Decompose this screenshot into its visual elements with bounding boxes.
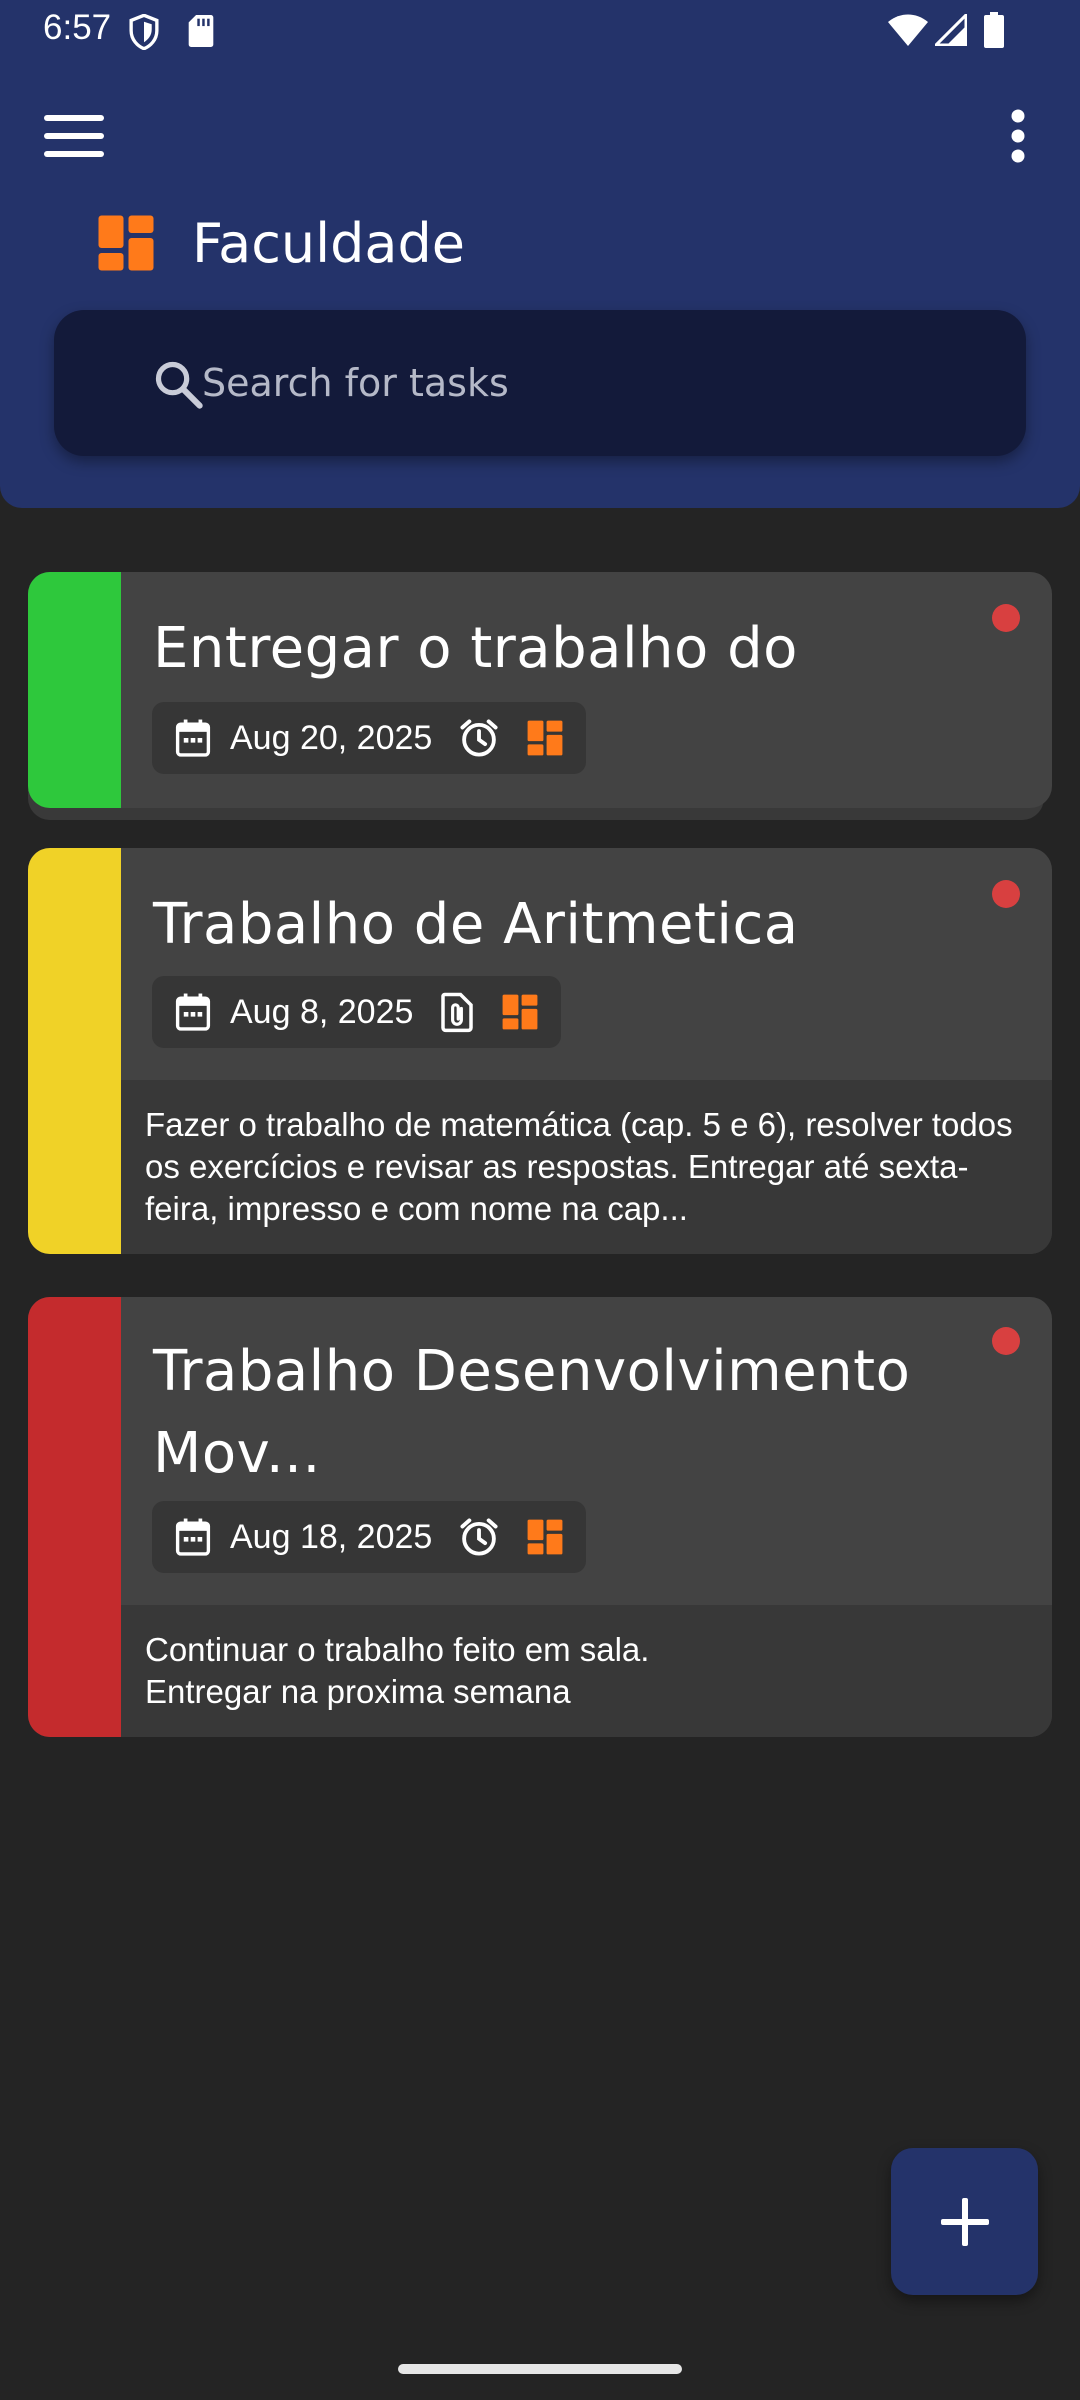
task-date: Aug 8, 2025 — [230, 992, 414, 1031]
task-description: Continuar o trabalho feito em sala. Entr… — [121, 1605, 1052, 1737]
more-vert-icon[interactable] — [988, 100, 1048, 172]
search-icon — [152, 358, 204, 410]
calendar-icon — [174, 1517, 212, 1557]
cell-signal-icon — [935, 14, 967, 46]
plus-icon — [939, 2196, 991, 2248]
shield-icon — [128, 14, 160, 50]
dashboard-icon — [526, 719, 564, 757]
priority-stripe — [28, 848, 121, 1254]
task-date: Aug 20, 2025 — [230, 718, 433, 757]
attachment-icon — [439, 991, 475, 1033]
alarm-icon — [458, 1516, 500, 1558]
priority-stripe — [28, 1297, 121, 1737]
task-description: Fazer o trabalho de matemática (cap. 5 e… — [121, 1080, 1052, 1254]
calendar-icon — [174, 718, 212, 758]
task-title: Trabalho Desenvolvimento Mov... — [153, 1339, 911, 1486]
calendar-icon — [174, 992, 212, 1032]
search-bar[interactable] — [54, 310, 1026, 456]
task-description-text: Continuar o trabalho feito em sala. Entr… — [145, 1631, 650, 1710]
task-meta-chip: Aug 18, 2025 — [152, 1501, 587, 1573]
battery-icon — [984, 12, 1004, 48]
sd-card-icon — [188, 15, 214, 47]
status-time: 6:57 — [43, 8, 112, 47]
task-date: Aug 18, 2025 — [230, 1517, 433, 1556]
priority-stripe — [28, 572, 121, 808]
task-title: Trabalho de Aritmetica — [153, 892, 799, 957]
priority-dot — [992, 1327, 1020, 1355]
hamburger-menu-icon[interactable] — [32, 100, 116, 172]
wifi-icon — [888, 14, 928, 46]
dashboard-icon — [501, 993, 539, 1031]
home-indicator[interactable] — [398, 2364, 682, 2374]
task-description-text: Fazer o trabalho de matemática (cap. 5 e… — [145, 1106, 1013, 1227]
list-title[interactable]: Faculdade — [96, 208, 465, 278]
status-bar: 6:57 — [0, 0, 1080, 64]
task-meta-chip: Aug 8, 2025 — [152, 976, 562, 1048]
alarm-icon — [458, 717, 500, 759]
task-card[interactable]: Entregar o trabalho do profe... Aug 20, … — [28, 572, 1052, 808]
dashboard-icon — [526, 1518, 564, 1556]
task-card[interactable]: Trabalho de Aritmetica Aug 8, 2025 Fazer… — [28, 848, 1052, 1254]
dashboard-icon — [96, 213, 156, 273]
page-title: Faculdade — [192, 211, 465, 275]
task-meta-chip: Aug 20, 2025 — [152, 702, 587, 774]
task-card[interactable]: Trabalho Desenvolvimento Mov... Aug 18, … — [28, 1297, 1052, 1737]
app-header: 6:57 Faculdade — [0, 0, 1080, 508]
add-task-button[interactable] — [891, 2148, 1038, 2295]
search-input[interactable] — [202, 350, 982, 416]
